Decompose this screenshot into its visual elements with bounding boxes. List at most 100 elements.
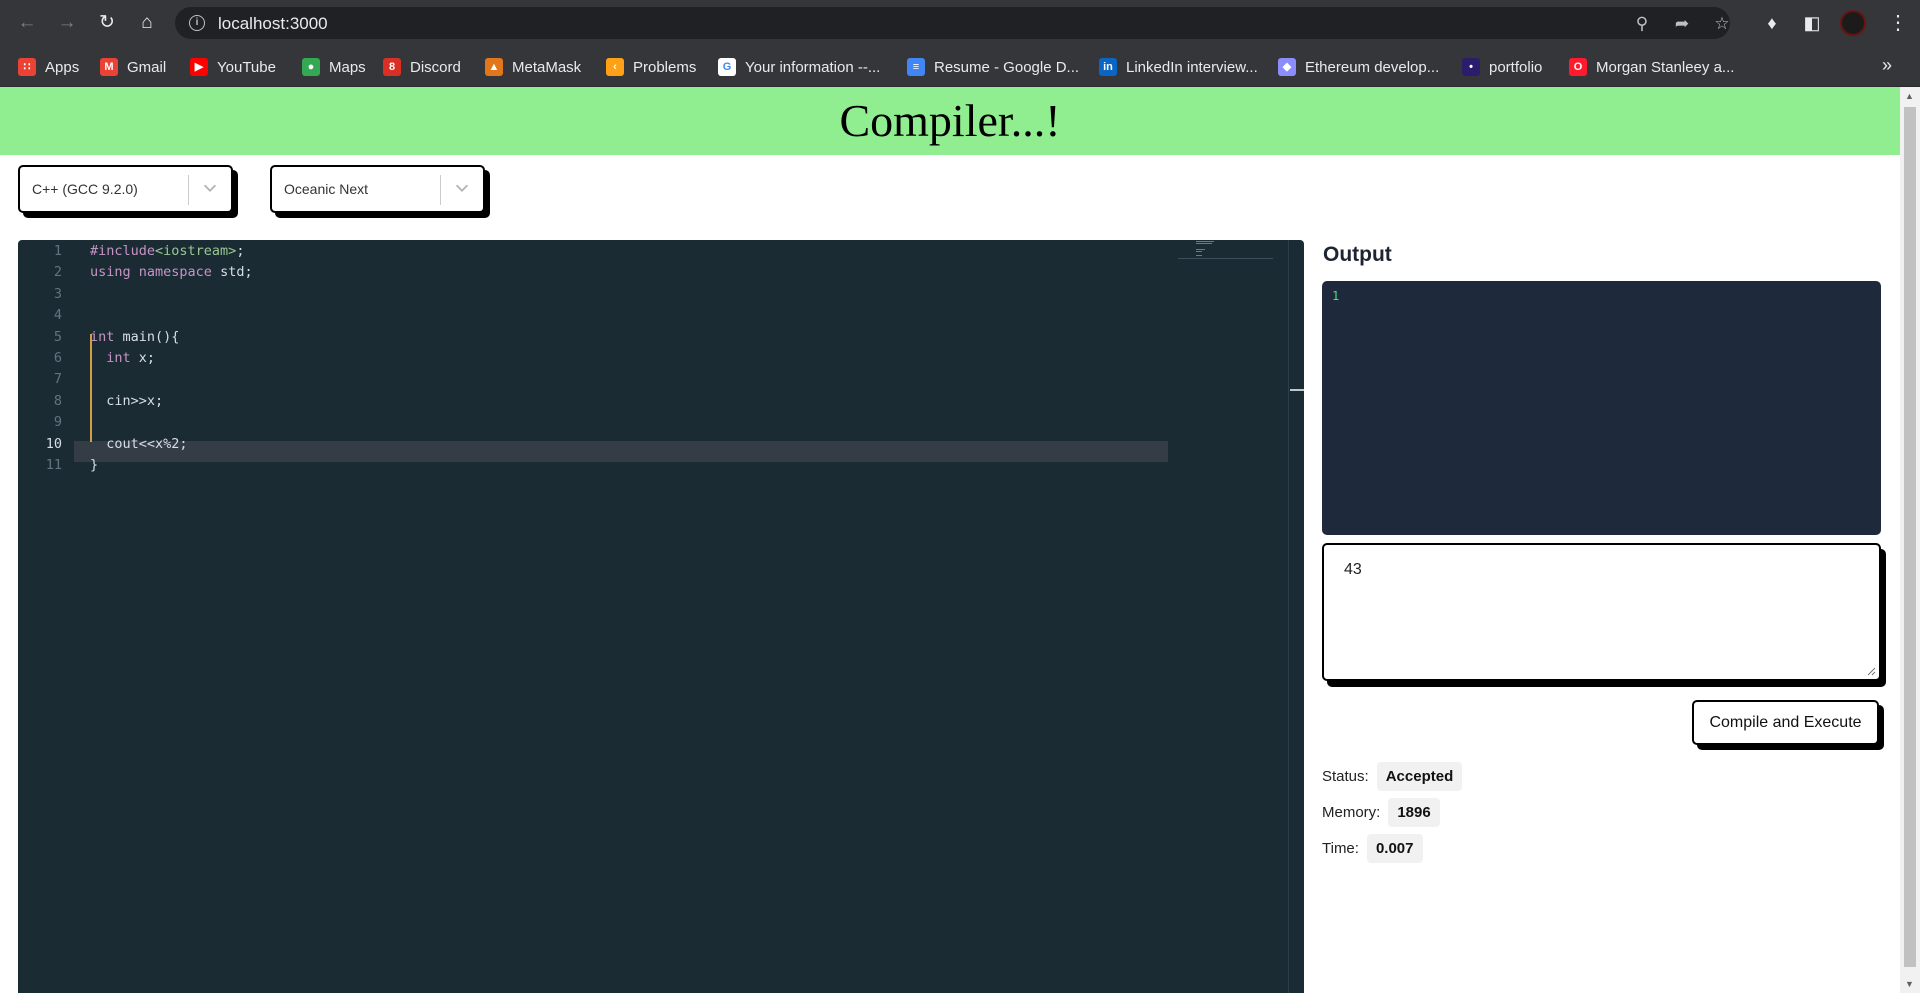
apps-grid-icon: ∷ xyxy=(18,58,36,76)
time-row: Time: 0.007 xyxy=(1322,834,1423,863)
bookmark-item[interactable]: ∷ Apps xyxy=(18,56,79,78)
line-number: 10 xyxy=(45,435,62,452)
bookmark-label: MetaMask xyxy=(512,58,582,76)
chevron-down-icon[interactable] xyxy=(453,179,471,197)
status-badge: Accepted xyxy=(1376,762,1463,791)
leetcode-icon: ‹ xyxy=(606,58,624,76)
app-page: Compiler...! C++ (GCC 9.2.0) Oceanic Nex… xyxy=(0,87,1900,993)
resize-handle-icon[interactable] xyxy=(1866,666,1876,676)
home-icon[interactable]: ⌂ xyxy=(134,10,160,36)
gmail-icon: M xyxy=(100,58,118,76)
page-scrollbar[interactable]: ▲ ▼ xyxy=(1900,87,1920,993)
code-line[interactable]: } xyxy=(90,457,98,473)
site-info-icon[interactable]: i xyxy=(189,15,205,31)
language-select-value: C++ (GCC 9.2.0) xyxy=(32,181,138,197)
editor-minimap[interactable] xyxy=(1178,240,1258,260)
side-panel-icon[interactable]: ◧ xyxy=(1800,11,1824,35)
compile-execute-button[interactable]: Compile and Execute xyxy=(1692,700,1879,745)
zoom-icon[interactable]: ⚲ xyxy=(1631,13,1653,35)
scroll-down-arrow-icon[interactable]: ▼ xyxy=(1905,979,1914,989)
chevron-down-icon[interactable] xyxy=(201,179,219,197)
editor-scroll-indicator[interactable] xyxy=(1290,389,1304,391)
bookmark-item[interactable]: ▲ MetaMask xyxy=(485,56,581,78)
profile-avatar[interactable] xyxy=(1840,10,1866,36)
bookmark-item[interactable]: 8 Discord xyxy=(383,56,461,78)
extensions-puzzle-icon[interactable]: ♦ xyxy=(1760,11,1784,35)
active-line-highlight xyxy=(74,441,1168,462)
bookmark-label: Apps xyxy=(45,58,80,76)
time-badge: 0.007 xyxy=(1366,834,1423,863)
theme-select[interactable]: Oceanic Next xyxy=(270,165,485,213)
line-number: 9 xyxy=(53,414,62,431)
address-bar[interactable]: i localhost:3000 ⚲ ➦ ☆ xyxy=(175,7,1730,39)
google-docs-icon: ≡ xyxy=(907,58,925,76)
code-line[interactable]: cout<<x%2; xyxy=(90,436,187,452)
output-title: Output xyxy=(1323,243,1392,266)
line-number: 8 xyxy=(53,392,62,409)
editor-scrollbar[interactable] xyxy=(1288,240,1289,993)
code-line[interactable]: cin>>x; xyxy=(90,393,163,409)
code-line[interactable]: using namespace std; xyxy=(90,264,253,280)
stdin-input[interactable]: 43 xyxy=(1322,543,1881,681)
bookmark-item[interactable]: in LinkedIn interview... xyxy=(1099,56,1258,78)
reload-icon[interactable]: ↻ xyxy=(94,10,120,36)
forward-arrow-icon[interactable]: → xyxy=(54,10,80,36)
bookmark-label: Your information --... xyxy=(745,58,881,76)
youtube-icon: ▶ xyxy=(190,58,208,76)
address-url[interactable]: localhost:3000 xyxy=(218,14,328,34)
bookmark-label: LinkedIn interview... xyxy=(1126,58,1258,76)
back-arrow-icon[interactable]: ← xyxy=(14,10,40,36)
line-number: 4 xyxy=(53,307,62,324)
metamask-fox-icon: ▲ xyxy=(485,58,503,76)
bookmark-item[interactable]: ◆ Ethereum develop... xyxy=(1278,56,1439,78)
scroll-up-arrow-icon[interactable]: ▲ xyxy=(1905,91,1914,101)
more-bookmarks-icon[interactable]: » xyxy=(1882,55,1892,76)
select-separator xyxy=(440,175,441,205)
bookmark-label: Discord xyxy=(410,58,461,76)
bookmark-label: Maps xyxy=(329,58,366,76)
code-line[interactable]: int main(){ xyxy=(90,329,179,345)
maps-pin-icon: ● xyxy=(302,58,320,76)
select-separator xyxy=(188,175,189,205)
app-header: Compiler...! xyxy=(0,87,1900,155)
memory-label: Memory: xyxy=(1322,804,1381,821)
code-line[interactable]: int x; xyxy=(90,350,155,366)
bookmark-item[interactable]: ≡ Resume - Google D... xyxy=(907,56,1079,78)
ethereum-icon: ◆ xyxy=(1278,58,1296,76)
code-line[interactable]: #include<iostream>; xyxy=(90,243,244,259)
bookmark-item[interactable]: ‹ Problems xyxy=(606,56,696,78)
bookmark-item[interactable]: • portfolio xyxy=(1462,56,1542,78)
line-number: 11 xyxy=(45,457,62,473)
memory-row: Memory: 1896 xyxy=(1322,798,1440,827)
language-select[interactable]: C++ (GCC 9.2.0) xyxy=(18,165,233,213)
line-number: 5 xyxy=(53,328,62,345)
line-number: 2 xyxy=(53,264,62,281)
memory-badge: 1896 xyxy=(1388,798,1440,827)
app-title: Compiler...! xyxy=(839,95,1061,146)
bookmark-item[interactable]: M Gmail xyxy=(100,56,166,78)
line-number: 1 xyxy=(53,243,62,259)
browser-menu-icon[interactable]: ⋮ xyxy=(1888,8,1908,38)
portfolio-icon: • xyxy=(1462,58,1480,76)
stdin-input-value[interactable]: 43 xyxy=(1344,561,1362,579)
bookmark-label: Ethereum develop... xyxy=(1305,58,1440,76)
line-number: 3 xyxy=(53,285,62,302)
bookmarks-bar: » ∷ Apps M Gmail ▶ YouTube ● Maps 8 Discord ▲ MetaM… xyxy=(0,47,1920,87)
bookmark-item[interactable]: G Your information --... xyxy=(718,56,880,78)
code-editor[interactable]: 1 #include<iostream>; 2 using namespace std… xyxy=(18,240,1304,993)
bookmark-item[interactable]: ▶ YouTube xyxy=(190,56,276,78)
page-scroll-thumb[interactable] xyxy=(1904,107,1916,967)
discord-icon: 8 xyxy=(383,58,401,76)
bookmark-label: Resume - Google D... xyxy=(934,58,1080,76)
linkedin-icon: in xyxy=(1099,58,1117,76)
bookmark-label: Problems xyxy=(633,58,697,76)
bookmark-item[interactable]: O Morgan Stanleey a... xyxy=(1569,56,1734,78)
output-panel: 1 xyxy=(1322,281,1881,535)
bookmark-label: Morgan Stanleey a... xyxy=(1596,58,1735,76)
share-icon[interactable]: ➦ xyxy=(1671,13,1693,35)
bookmark-item[interactable]: ● Maps xyxy=(302,56,366,78)
minimap-slider[interactable] xyxy=(1178,258,1273,259)
bookmark-star-icon[interactable]: ☆ xyxy=(1711,13,1733,35)
output-line-number: 1 xyxy=(1332,289,1340,303)
line-number: 6 xyxy=(53,350,62,366)
